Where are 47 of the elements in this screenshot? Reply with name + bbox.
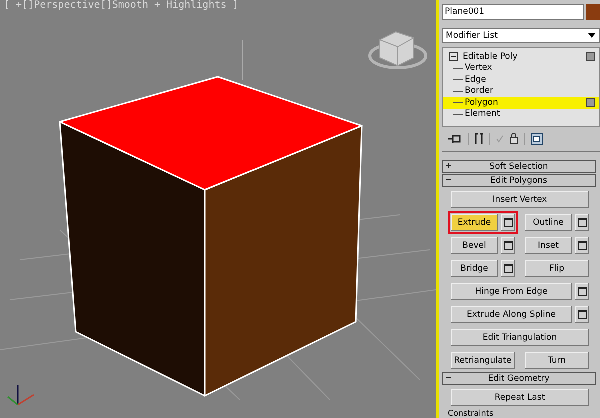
tool-button[interactable]: Turn	[525, 352, 589, 369]
configure-sets-icon[interactable]	[531, 132, 543, 145]
settings-button[interactable]	[501, 237, 515, 254]
toggle-square-icon[interactable]	[586, 52, 595, 62]
tool-button[interactable]: Retriangulate	[451, 352, 515, 369]
tool-button[interactable]: Repeat Last	[451, 389, 589, 406]
stack-subitem[interactable]: Vertex	[443, 62, 599, 74]
tool-button[interactable]: Hinge From Edge	[451, 283, 572, 300]
settings-button[interactable]	[575, 306, 589, 323]
modifier-list-dropdown[interactable]: Modifier List	[442, 28, 600, 44]
object-name-field[interactable]: Plane001	[442, 4, 584, 20]
view-cube-icon[interactable]	[368, 31, 428, 70]
stack-subitem[interactable]: Element	[443, 108, 599, 120]
lock-icon[interactable]	[510, 133, 518, 144]
stack-subitem[interactable]: Border	[443, 86, 599, 98]
rollout-header[interactable]: Edit Polygons	[442, 174, 596, 187]
rollout-header[interactable]: Soft Selection	[442, 160, 596, 173]
expand-toggle-icon	[445, 374, 452, 381]
settings-button[interactable]	[575, 283, 589, 300]
stack-subitem[interactable]: Polygon	[443, 97, 599, 109]
tool-button[interactable]: Outline	[525, 214, 572, 231]
expand-toggle-icon	[445, 162, 452, 169]
toggle-square-icon[interactable]	[586, 98, 595, 108]
tool-button[interactable]: Flip	[525, 260, 589, 277]
tool-button[interactable]: Extrude	[451, 214, 498, 231]
settings-button[interactable]	[501, 260, 515, 277]
stack-subitem[interactable]: Edge	[443, 74, 599, 86]
tool-button[interactable]: Bevel	[451, 237, 498, 254]
rollout-header[interactable]: Edit Geometry	[442, 372, 596, 385]
settings-button[interactable]	[575, 237, 589, 254]
section-label: Constraints	[447, 409, 495, 418]
check-icon[interactable]	[496, 134, 504, 143]
pin-icon[interactable]	[448, 134, 462, 144]
axis-tripod-icon	[8, 385, 34, 406]
collapse-toggle-icon[interactable]	[449, 52, 458, 62]
tool-button[interactable]: Edit Triangulation	[451, 329, 589, 346]
tool-button[interactable]: Extrude Along Spline	[451, 306, 572, 323]
dropdown-arrow-icon	[588, 33, 596, 38]
object-color-swatch[interactable]	[586, 4, 600, 20]
tool-button[interactable]: Bridge	[451, 260, 498, 277]
tool-button[interactable]: Insert Vertex	[451, 191, 589, 208]
stack-item[interactable]: Editable Poly	[443, 51, 599, 63]
expand-toggle-icon	[445, 176, 452, 183]
stack-bars-icon[interactable]	[475, 132, 483, 145]
tool-button[interactable]: Inset	[525, 237, 572, 254]
settings-button[interactable]	[501, 214, 515, 231]
settings-button[interactable]	[575, 214, 589, 231]
